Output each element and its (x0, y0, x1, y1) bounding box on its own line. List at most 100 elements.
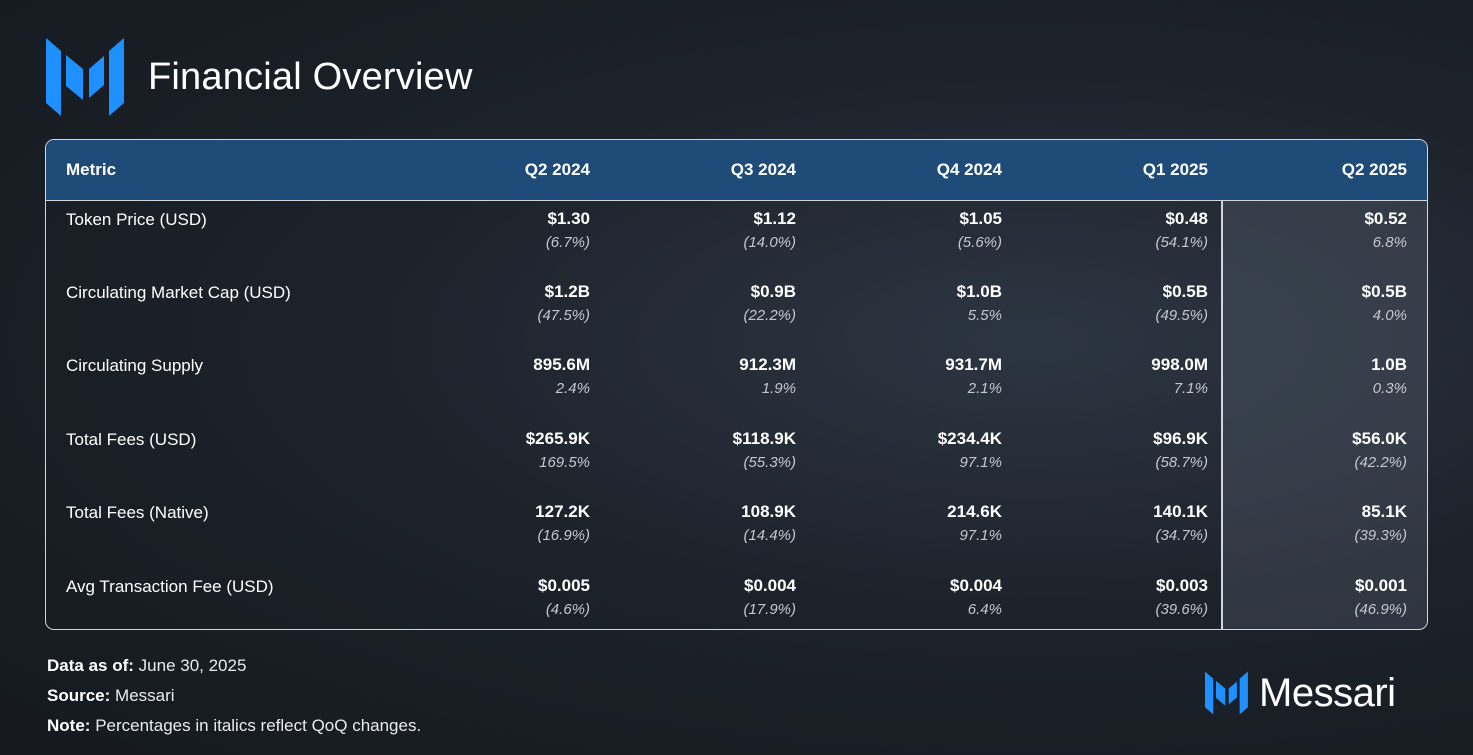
cell-value: $1.2B (544, 281, 590, 301)
cell-value: $0.5B (1361, 281, 1407, 301)
data-cell: $0.004 (17.9%) (610, 568, 816, 630)
data-cell: $0.5B (49.5%) (1022, 274, 1228, 348)
cell-qoq-change: 7.1% (1173, 380, 1208, 397)
data-cell: 85.1K (39.3%) (1228, 494, 1427, 568)
cell-value: 931.7M (945, 355, 1002, 374)
data-cell: $1.05 (5.6%) (816, 200, 1022, 274)
cell-qoq-change: 97.1% (959, 527, 1002, 544)
column-header-period: Q2 2024 (404, 140, 610, 201)
cell-value: 895.6M (533, 355, 590, 374)
cell-value: $0.9B (750, 281, 796, 301)
column-header-period: Q1 2025 (1022, 140, 1228, 201)
data-as-of-value: June 30, 2025 (138, 656, 247, 675)
data-cell: $0.52 6.8% (1228, 200, 1427, 274)
cell-qoq-change: (17.9%) (743, 600, 796, 618)
metric-label: Token Price (USD) (66, 209, 207, 229)
cell-qoq-change: 6.8% (1372, 233, 1407, 251)
cell-qoq-change: (14.0%) (743, 233, 796, 251)
metric-label: Total Fees (USD) (66, 429, 197, 449)
cell-qoq-change: (5.6%) (957, 233, 1002, 251)
data-cell: $265.9K 169.5% (404, 421, 610, 495)
data-cell: $0.9B (22.2%) (610, 274, 816, 348)
note-value: Percentages in italics reflect QoQ chang… (95, 716, 422, 735)
table-row: Total Fees (Native) 127.2K (16.9%) 108.9K (1… (46, 494, 1427, 568)
metric-label: Circulating Market Cap (USD) (66, 282, 291, 302)
cell-value: $0.004 (744, 575, 796, 595)
page-title: Financial Overview (148, 55, 473, 98)
cell-value: $0.003 (1156, 575, 1208, 595)
data-cell: 1.0B 0.3% (1228, 347, 1427, 421)
metric-label: Total Fees (Native) (66, 503, 209, 522)
cell-value: 998.0M (1151, 355, 1208, 374)
data-cell: 998.0M 7.1% (1022, 347, 1228, 421)
cell-qoq-change: (42.2%) (1354, 453, 1407, 471)
footer-notes: Data as of: June 30, 2025 Source: Messar… (47, 655, 421, 745)
source-label: Source: (47, 686, 111, 705)
cell-value: $1.30 (547, 208, 590, 228)
table-row: Avg Transaction Fee (USD) $0.005 (4.6%) $0.… (46, 568, 1427, 630)
cell-value: $96.9K (1153, 428, 1208, 448)
cell-value: 912.3M (739, 355, 796, 374)
data-cell: $118.9K (55.3%) (610, 421, 816, 495)
cell-value: $0.005 (538, 575, 590, 595)
data-cell: $0.004 6.4% (816, 568, 1022, 630)
cell-value: $56.0K (1352, 428, 1407, 448)
data-cell: 127.2K (16.9%) (404, 494, 610, 568)
cell-value: $234.4K (937, 428, 1002, 448)
column-header-period: Q2 2025 (1228, 140, 1427, 201)
cell-qoq-change: (4.6%) (545, 600, 590, 618)
data-cell: 912.3M 1.9% (610, 347, 816, 421)
cell-value: 108.9K (741, 502, 796, 521)
column-header-period: Q3 2024 (610, 140, 816, 201)
data-cell: 108.9K (14.4%) (610, 494, 816, 568)
data-cell: $1.0B 5.5% (816, 274, 1022, 348)
cell-qoq-change: 4.0% (1372, 306, 1407, 324)
cell-qoq-change: 6.4% (967, 600, 1002, 618)
cell-qoq-change: 2.1% (967, 380, 1002, 397)
cell-qoq-change: (6.7%) (545, 233, 590, 251)
cell-qoq-change: (39.3%) (1354, 527, 1407, 544)
metric-label: Circulating Supply (66, 356, 204, 375)
cell-value: 85.1K (1361, 502, 1407, 521)
data-cell: $0.48 (54.1%) (1022, 200, 1228, 274)
cell-qoq-change: (22.2%) (743, 306, 796, 324)
cell-value: $0.001 (1355, 575, 1407, 595)
note-line: Note: Percentages in italics reflect QoQ… (47, 715, 421, 745)
cell-qoq-change: 1.9% (761, 380, 796, 397)
header: Financial Overview (46, 38, 473, 116)
cell-qoq-change: (47.5%) (537, 306, 590, 324)
data-as-of-line: Data as of: June 30, 2025 (47, 655, 421, 685)
data-cell: $1.2B (47.5%) (404, 274, 610, 348)
cell-value: 214.6K (947, 502, 1002, 521)
cell-value: 140.1K (1153, 502, 1208, 521)
brand-name: Messari (1259, 670, 1396, 715)
table-row: Circulating Supply 895.6M 2.4% 912.3M 1.9% 93… (46, 347, 1427, 421)
data-cell: $0.5B 4.0% (1228, 274, 1427, 348)
table-body: Token Price (USD) $1.30 (6.7%) $1.12 (14.0%)… (46, 200, 1427, 630)
data-cell: $0.005 (4.6%) (404, 568, 610, 630)
data-cell: $234.4K 97.1% (816, 421, 1022, 495)
cell-qoq-change: (55.3%) (743, 453, 796, 471)
data-as-of-label: Data as of: (47, 656, 134, 675)
financial-table: Metric Q2 2024 Q3 2024 Q4 2024 Q1 2025 Q2 202… (45, 139, 1428, 630)
cell-qoq-change: (58.7%) (1155, 453, 1208, 471)
column-header-period: Q4 2024 (816, 140, 1022, 201)
table-header-row: Metric Q2 2024 Q3 2024 Q4 2024 Q1 2025 Q2 202… (46, 140, 1427, 201)
cell-value: $1.05 (959, 208, 1002, 228)
table-row: Total Fees (USD) $265.9K 169.5% $118.9K (55.… (46, 421, 1427, 495)
data-cell: $1.30 (6.7%) (404, 200, 610, 274)
cell-qoq-change: 2.4% (555, 380, 590, 397)
data-cell: 140.1K (34.7%) (1022, 494, 1228, 568)
cell-qoq-change: (14.4%) (743, 527, 796, 544)
data-cell: $96.9K (58.7%) (1022, 421, 1228, 495)
data-cell: $0.001 (46.9%) (1228, 568, 1427, 630)
cell-value: $0.48 (1165, 208, 1208, 228)
cell-value: $118.9K (732, 428, 796, 448)
data-table: Metric Q2 2024 Q3 2024 Q4 2024 Q1 2025 Q2 202… (46, 140, 1427, 630)
cell-value: 127.2K (535, 502, 590, 521)
cell-value: $0.52 (1364, 208, 1407, 228)
data-cell: 214.6K 97.1% (816, 494, 1022, 568)
messari-logo-icon (1205, 671, 1248, 715)
table-row: Token Price (USD) $1.30 (6.7%) $1.12 (14.0%)… (46, 200, 1427, 274)
metric-label: Avg Transaction Fee (USD) (66, 576, 274, 596)
